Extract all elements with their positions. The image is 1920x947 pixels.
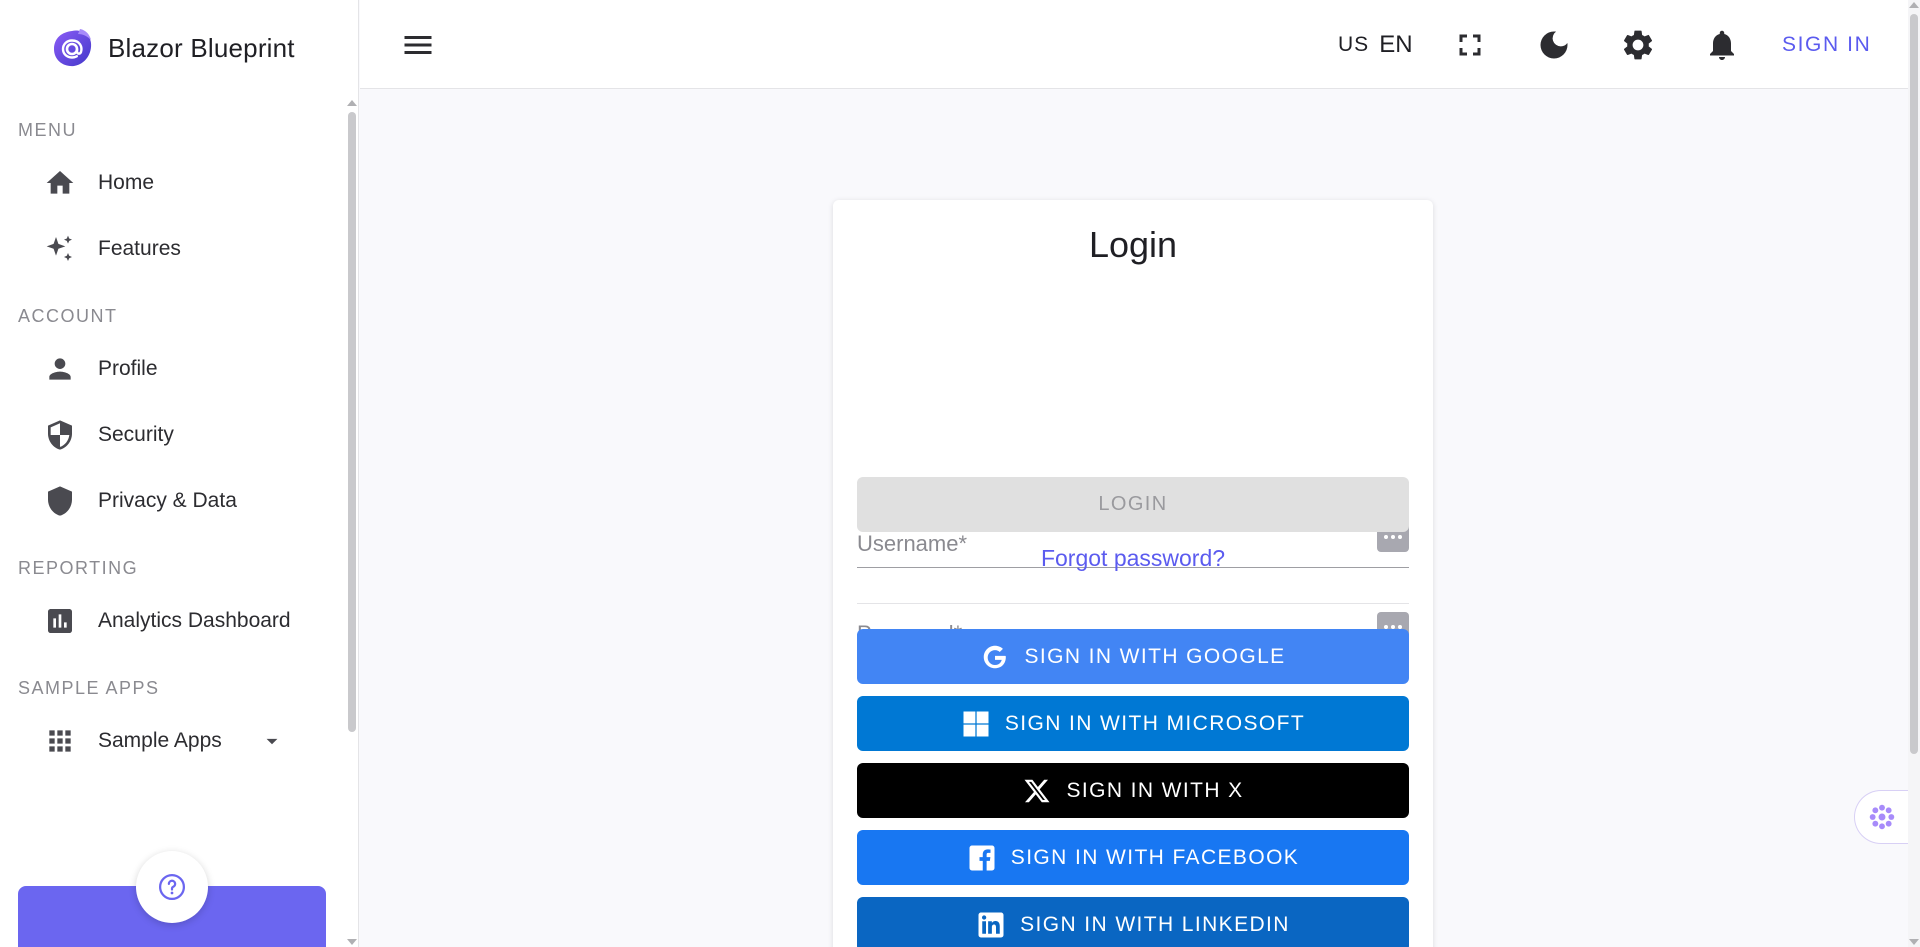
sidebar-item-label: Privacy & Data [98, 489, 237, 512]
nav-heading-menu: MENU [18, 120, 77, 140]
theme-toggle-button[interactable] [1536, 27, 1572, 63]
sparkles-icon [46, 235, 72, 261]
google-icon [984, 645, 1008, 668]
assistant-widget-button[interactable] [1854, 790, 1908, 844]
menu-toggle-button[interactable] [400, 27, 436, 63]
x-icon [1024, 779, 1050, 802]
nav-heading-reporting: REPORTING [18, 558, 139, 578]
sidebar-item-label: Home [98, 171, 155, 194]
fullscreen-button[interactable] [1452, 27, 1488, 63]
gear-icon [1623, 30, 1653, 60]
moon-icon [1540, 31, 1568, 59]
sidebar-item-home[interactable]: Home [0, 150, 345, 216]
sidebar-item-profile[interactable]: Profile [0, 336, 345, 402]
grid-icon [49, 730, 71, 752]
sign-in-linkedin-button[interactable]: SIGN IN WITH LINKEDIN [857, 897, 1409, 947]
sidebar-item-label: Sample Apps [98, 729, 222, 752]
sidebar-nav: MENU Home Features ACCOUNT Profile Secur… [0, 110, 345, 774]
login-card: Login LOGIN Forgot password? SIGN IN WIT… [833, 200, 1433, 947]
login-button[interactable]: LOGIN [857, 477, 1409, 532]
sign-in-link[interactable]: SIGN IN [1782, 28, 1871, 62]
shield-icon [48, 486, 72, 516]
fullscreen-icon [1459, 34, 1481, 56]
sidebar-item-sample-apps[interactable]: Sample Apps [0, 708, 345, 774]
sign-in-google-button[interactable]: SIGN IN WITH GOOGLE [857, 629, 1409, 684]
sidebar-item-label: Features [98, 237, 181, 260]
home-icon [46, 171, 74, 194]
page-scrollbar[interactable] [1908, 0, 1920, 947]
at-sign-logo-icon [54, 29, 92, 67]
sidebar: Blazor Blueprint MENU Home Features ACCO… [0, 0, 359, 947]
sidebar-item-label: Analytics Dashboard [98, 609, 291, 632]
topbar: US EN SIGN IN [360, 0, 1908, 89]
notifications-button[interactable] [1704, 27, 1740, 63]
sidebar-item-analytics[interactable]: Analytics Dashboard [0, 588, 345, 654]
brand-name: Blazor Blueprint [108, 32, 295, 63]
sign-in-facebook-label: SIGN IN WITH FACEBOOK [1010, 845, 1300, 869]
language-code: EN [1379, 31, 1413, 58]
sign-in-linkedin-label: SIGN IN WITH LINKEDIN [1020, 912, 1290, 936]
sign-in-facebook-button[interactable]: SIGN IN WITH FACEBOOK [857, 830, 1409, 885]
sidebar-item-privacy[interactable]: Privacy & Data [0, 468, 345, 534]
nav-heading-sample-apps: SAMPLE APPS [18, 678, 160, 698]
bell-icon [1710, 30, 1734, 60]
facebook-icon [969, 845, 995, 870]
settings-button[interactable] [1620, 27, 1656, 63]
person-icon [49, 358, 71, 380]
help-button[interactable] [136, 851, 208, 923]
linkedin-icon [978, 912, 1004, 937]
sidebar-item-features[interactable]: Features [0, 216, 345, 282]
divider [857, 603, 1409, 604]
language-selector[interactable]: US EN [1338, 28, 1413, 62]
microsoft-icon [963, 711, 989, 736]
sidebar-item-security[interactable]: Security [0, 402, 345, 468]
sign-in-x-label: SIGN IN WITH X [1066, 778, 1244, 802]
sign-in-microsoft-button[interactable]: SIGN IN WITH MICROSOFT [857, 696, 1409, 751]
nav-heading-account: ACCOUNT [18, 306, 118, 326]
sign-in-google-label: SIGN IN WITH GOOGLE [1024, 644, 1286, 668]
forgot-password-link[interactable]: Forgot password? [833, 545, 1433, 572]
sidebar-item-label: Profile [98, 357, 158, 380]
chevron-down-icon[interactable] [259, 728, 285, 754]
shield-half-icon [48, 420, 72, 450]
sidebar-scrollbar[interactable] [346, 100, 358, 947]
sidebar-item-label: Security [98, 423, 174, 446]
sign-in-x-button[interactable]: SIGN IN WITH X [857, 763, 1409, 818]
bar-chart-icon [48, 609, 72, 633]
hamburger-icon [404, 36, 432, 54]
flag-icon: US [1338, 33, 1370, 56]
sign-in-microsoft-label: SIGN IN WITH MICROSOFT [1004, 711, 1306, 735]
brain-icon [1869, 804, 1894, 830]
login-title: Login [1088, 224, 1178, 265]
help-circle-icon [159, 874, 185, 900]
brand[interactable]: Blazor Blueprint [50, 26, 295, 70]
